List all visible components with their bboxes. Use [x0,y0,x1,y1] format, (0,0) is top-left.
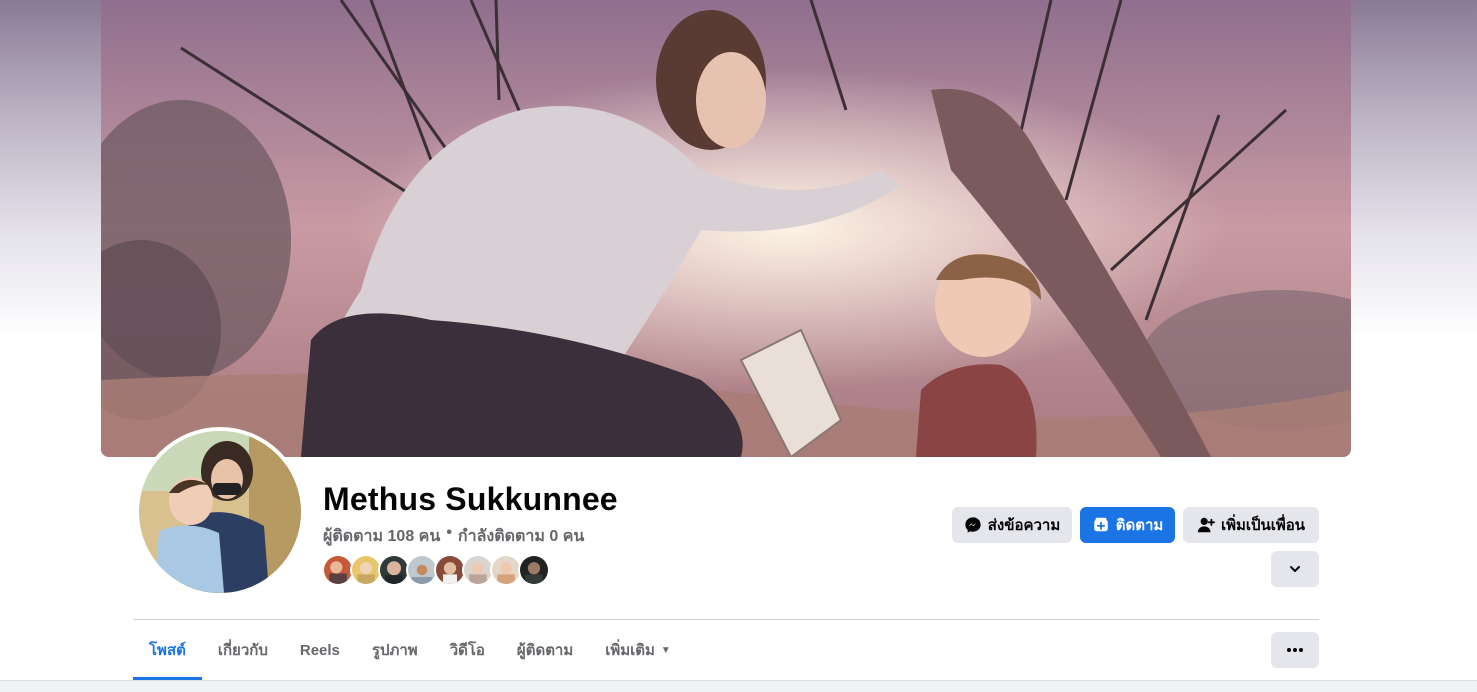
cover-photo[interactable] [101,0,1351,457]
expand-button[interactable] [1271,551,1319,587]
followers-count[interactable]: ผู้ติดตาม 108 คน [323,524,440,549]
add-friend-button-label: เพิ่มเป็นเพื่อน [1220,517,1306,534]
messenger-icon [965,517,981,533]
follower-avatars[interactable] [322,554,550,586]
add-friend-button[interactable]: เพิ่มเป็นเพื่อน [1183,507,1319,543]
add-friend-icon [1197,517,1215,533]
tab-videos[interactable]: วิดีโอ [434,620,501,680]
follow-button[interactable]: ติดตาม [1080,507,1175,543]
tab-reels[interactable]: Reels [284,620,356,680]
content-background [0,680,1477,692]
tab-more[interactable]: เพิ่มเติม ▼ [589,620,687,680]
tab-followers[interactable]: ผู้ติดตาม [501,620,589,680]
more-options-button[interactable] [1271,632,1319,668]
profile-tabs: โพสต์ เกี่ยวกับ Reels รูปภาพ วิดีโอ ผู้ต… [133,620,687,680]
tab-label: โพสต์ [149,642,186,659]
message-button-label: ส่งข้อความ [987,517,1061,534]
profile-name: Methus Sukkunnee [323,481,618,517]
following-count[interactable]: กำลังติดตาม 0 คน [458,524,584,549]
tab-label: เพิ่มเติม [605,642,655,659]
tab-posts[interactable]: โพสต์ [133,620,202,680]
tab-label: ผู้ติดตาม [516,642,574,659]
profile-avatar[interactable] [135,427,305,597]
follower-avatar[interactable] [518,554,550,586]
tab-about[interactable]: เกี่ยวกับ [202,620,284,680]
tab-label: เกี่ยวกับ [217,642,268,659]
tab-photos[interactable]: รูปภาพ [356,620,434,680]
tab-label: รูปภาพ [371,642,418,659]
caret-down-icon: ▼ [660,644,671,656]
ellipsis-icon [1287,648,1303,652]
message-button[interactable]: ส่งข้อความ [952,507,1072,543]
tab-label: Reels [299,641,340,659]
follow-button-label: ติดตาม [1115,517,1164,534]
stats-separator: • [446,524,452,541]
follow-stats: ผู้ติดตาม 108 คน • กำลังติดตาม 0 คน [323,524,584,549]
follow-icon [1093,517,1108,532]
tab-label: วิดีโอ [449,642,485,659]
chevron-down-icon [1290,566,1300,572]
